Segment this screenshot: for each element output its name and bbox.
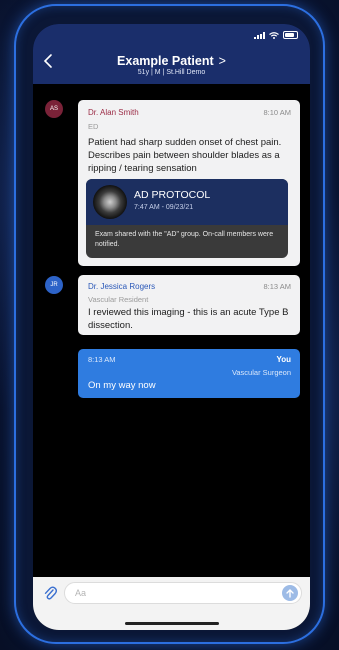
avatar[interactable]: AS	[45, 100, 63, 118]
home-indicator	[125, 622, 219, 625]
chevron-right-icon[interactable]: >	[219, 54, 226, 68]
message-time: 8:10 AM	[263, 108, 291, 117]
chat-header: Example Patient > 51y | M | St.Hill Demo	[33, 24, 310, 84]
signal-icon	[254, 31, 265, 39]
attachment-card[interactable]: AD PROTOCOL 7:47 AM - 09/23/21 Exam shar…	[86, 179, 288, 258]
message-bubble: Dr. Alan Smith 8:10 AM ED Patient had sh…	[78, 100, 300, 266]
sender-role: Vascular Surgeon	[231, 368, 291, 377]
message-text: Patient had sharp sudden onset of chest …	[88, 137, 282, 174]
message-bubble: Dr. Jessica Rogers 8:13 AM Vascular Resi…	[78, 275, 300, 335]
ct-scan-thumbnail[interactable]	[93, 185, 127, 219]
message-time: 8:13 AM	[263, 282, 291, 291]
message-time: 8:13 AM	[88, 355, 116, 364]
sender-name: You	[276, 355, 291, 364]
input-placeholder: Aa	[75, 588, 87, 598]
send-button[interactable]	[282, 585, 298, 601]
message-input[interactable]: Aa	[64, 582, 302, 604]
sender-role: ED	[88, 122, 99, 131]
wifi-icon	[269, 31, 279, 39]
status-bar	[254, 31, 298, 39]
attachment-meta: 7:47 AM - 09/23/21	[134, 204, 194, 211]
arrow-up-icon	[286, 588, 294, 598]
message-text: I reviewed this imaging - this is an acu…	[88, 307, 289, 331]
attachment-note: Exam shared with the "AD" group. On-call…	[95, 231, 274, 248]
sender-name[interactable]: Dr. Alan Smith	[88, 108, 139, 117]
patient-name[interactable]: Example Patient	[117, 54, 214, 68]
avatar[interactable]: JR	[45, 276, 63, 294]
patient-title[interactable]: Example Patient >	[33, 54, 310, 68]
composer-bar: Aa	[33, 577, 310, 630]
message-text: On my way now	[88, 380, 156, 391]
patient-subtitle: 51y | M | St.Hill Demo	[137, 69, 206, 76]
paperclip-icon[interactable]	[43, 585, 57, 601]
own-message-bubble: 8:13 AM You Vascular Surgeon On my way n…	[78, 349, 300, 398]
attachment-title: AD PROTOCOL	[134, 189, 211, 201]
sender-name[interactable]: Dr. Jessica Rogers	[88, 282, 155, 291]
sender-role: Vascular Resident	[88, 295, 149, 304]
phone-screen: Example Patient > 51y | M | St.Hill Demo …	[33, 24, 310, 630]
battery-icon	[283, 31, 298, 39]
